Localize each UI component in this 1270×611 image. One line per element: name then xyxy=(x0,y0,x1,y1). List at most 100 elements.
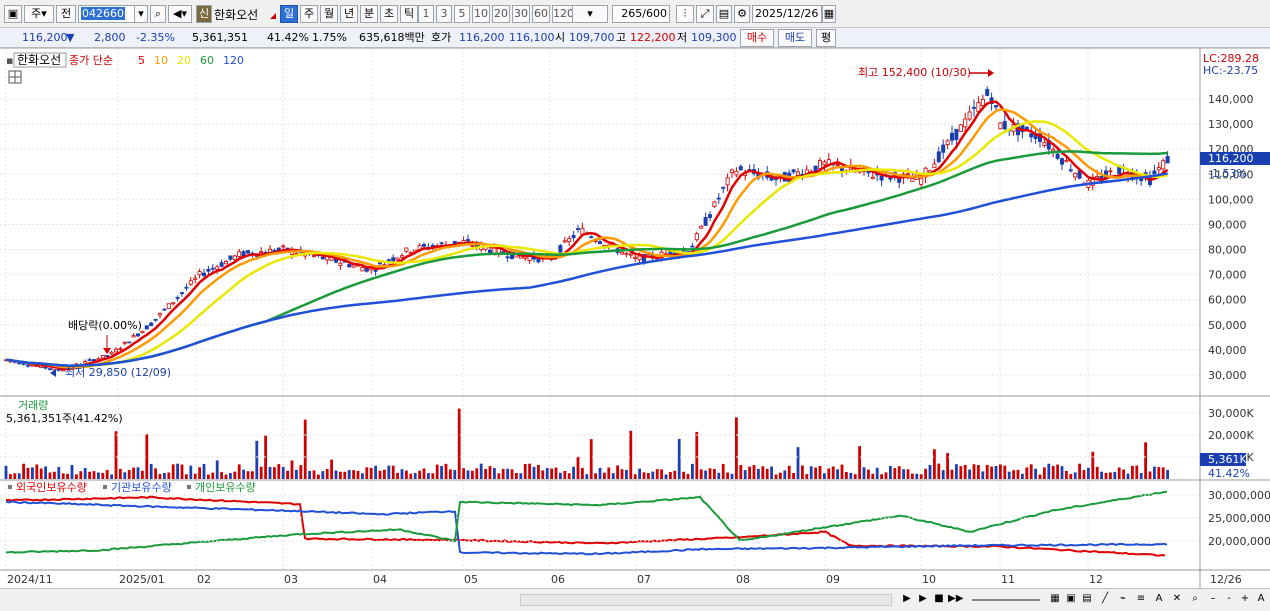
eval-button[interactable]: 평 xyxy=(816,29,836,47)
volume-bar xyxy=(972,464,976,479)
speaker-icon[interactable]: ◀▾ xyxy=(168,5,192,23)
tab-0[interactable]: 일 xyxy=(280,5,298,23)
tab-4[interactable]: 분 xyxy=(360,5,378,23)
zoom-slider[interactable] xyxy=(972,599,1040,601)
volume-bar xyxy=(761,466,765,479)
tab-1[interactable]: 주 xyxy=(300,5,318,23)
candle-body xyxy=(232,255,237,261)
draw-icon[interactable]: ╱ xyxy=(1098,592,1112,606)
buy-button[interactable]: 매수 xyxy=(740,29,774,47)
interval-dropdown[interactable]: ▾ xyxy=(572,5,608,23)
volume-bar xyxy=(312,470,316,479)
text-icon[interactable]: A xyxy=(1152,592,1166,606)
candle-body xyxy=(1156,167,1161,171)
volume-bar xyxy=(1166,469,1169,479)
candle-body xyxy=(100,354,105,359)
candle-body xyxy=(703,216,708,226)
plus-icon[interactable]: + xyxy=(1238,592,1252,606)
candle-body xyxy=(127,341,132,344)
volume-bar xyxy=(1043,467,1046,479)
ma-line-5 xyxy=(5,100,1169,371)
magnify-icon[interactable]: ⌕ xyxy=(1188,592,1202,606)
volume-bar xyxy=(541,470,545,479)
fibo-icon[interactable]: ≡ xyxy=(1134,592,1148,606)
volume-bar xyxy=(928,464,932,479)
calendar-icon[interactable]: ▦ xyxy=(822,5,836,23)
volume-bar xyxy=(924,468,927,479)
volume-bar xyxy=(889,466,892,479)
volume-bar xyxy=(44,466,47,479)
volume-bar xyxy=(880,474,883,479)
tab-5[interactable]: 초 xyxy=(380,5,398,23)
count-input[interactable]: 265/600 xyxy=(612,5,670,23)
volume-bar xyxy=(475,468,479,479)
candle-body xyxy=(576,228,581,230)
date-input[interactable]: 2025/12/26 xyxy=(752,5,822,23)
interval-10[interactable]: 10 xyxy=(472,5,490,23)
volume-bar xyxy=(955,464,958,479)
tab-6[interactable]: 틱 xyxy=(400,5,418,23)
interval-60[interactable]: 60 xyxy=(532,5,550,23)
candle-icon[interactable]: ⫶ xyxy=(676,5,694,23)
minus-icon[interactable]: – xyxy=(1206,592,1220,606)
dash-icon[interactable]: - xyxy=(1222,592,1236,606)
zoom-box-icon[interactable]: ▣ xyxy=(1064,592,1078,606)
interval-20[interactable]: 20 xyxy=(492,5,510,23)
holdings-axis-ticks: 30,000,000 25,000,000 20,000,000 xyxy=(0,489,1270,548)
volume-bar xyxy=(550,468,553,479)
jeon-button[interactable]: 전 xyxy=(56,5,76,23)
candle-body xyxy=(699,225,704,229)
volume-bar xyxy=(1047,463,1051,479)
gear-icon[interactable]: ⚙ xyxy=(734,5,750,23)
volume-bar xyxy=(202,463,206,479)
next-icon[interactable]: ▶▶ xyxy=(948,592,963,606)
save-icon[interactable]: ▤ xyxy=(716,5,732,23)
crosshair-icon[interactable]: ⤢ xyxy=(696,5,714,23)
interval-1[interactable]: 1 xyxy=(418,5,434,23)
volume-bar xyxy=(950,469,954,479)
volume-bar xyxy=(339,471,342,479)
code-dropdown-icon[interactable]: ▾ xyxy=(134,5,148,23)
code-input[interactable]: 042660 xyxy=(78,5,136,23)
zoom-grid-icon[interactable]: ▦ xyxy=(1048,592,1062,606)
candle-body xyxy=(637,255,642,261)
scroll-track[interactable] xyxy=(520,594,892,606)
prev-icon[interactable]: ▶ xyxy=(900,592,914,606)
volume-bar xyxy=(479,463,483,479)
interval-3[interactable]: 3 xyxy=(436,5,452,23)
candle-body xyxy=(1064,160,1069,163)
interval-120[interactable]: 120 xyxy=(552,5,574,23)
candle-body xyxy=(1002,121,1007,130)
interval-30[interactable]: 30 xyxy=(512,5,530,23)
window-icon[interactable]: ▣ xyxy=(4,5,22,23)
candle-body xyxy=(1060,158,1065,165)
volume-bar xyxy=(708,468,712,479)
add-icon[interactable]: A xyxy=(1254,592,1268,606)
volume-bar xyxy=(277,464,281,479)
play-icon[interactable]: ▶ xyxy=(916,592,930,606)
sell-button[interactable]: 매도 xyxy=(778,29,812,47)
period-select[interactable]: 주▾ xyxy=(24,5,54,23)
volume-bar xyxy=(462,468,465,479)
tab-2[interactable]: 월 xyxy=(320,5,338,23)
tab-3[interactable]: 년 xyxy=(340,5,358,23)
volume-bar xyxy=(968,469,971,479)
erase-icon[interactable]: ✕ xyxy=(1170,592,1184,606)
chart-type-icon[interactable]: ▤ xyxy=(1080,592,1094,606)
chart-area[interactable]: ▪ 한화오선 종가 단순 5 10 20 60 120 최고 152,400 (10/3… xyxy=(0,48,1270,588)
stop-icon[interactable]: ■ xyxy=(932,592,946,606)
search-icon[interactable]: ⌕ xyxy=(150,5,166,23)
candle-body xyxy=(716,197,721,200)
candle-body xyxy=(945,140,950,146)
volume-bar xyxy=(779,472,782,479)
interval-5[interactable]: 5 xyxy=(454,5,470,23)
candle-body xyxy=(571,234,576,239)
volume-bar xyxy=(453,470,457,479)
volume-bar xyxy=(642,472,646,479)
date-label: 06 xyxy=(551,573,565,586)
candle-body xyxy=(998,122,1003,130)
candle-body xyxy=(197,271,202,276)
volume-bar xyxy=(814,467,817,479)
volume-bar xyxy=(567,473,571,479)
trend-icon[interactable]: ⌁ xyxy=(1116,592,1130,606)
